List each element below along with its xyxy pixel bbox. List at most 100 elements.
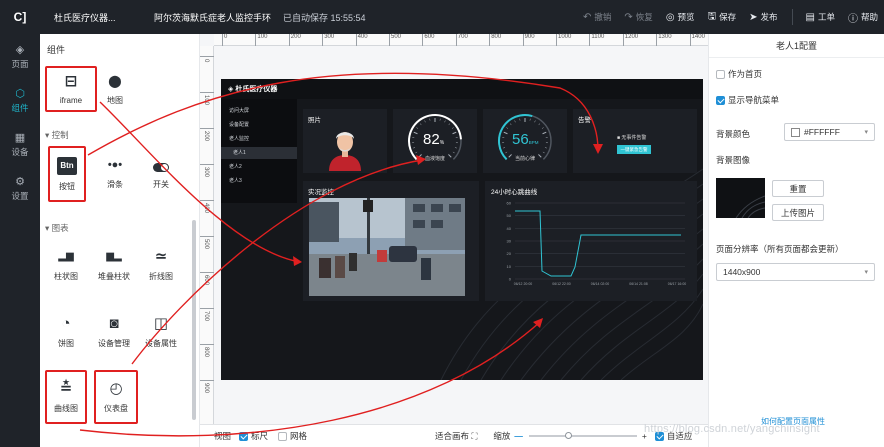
ruler-tick <box>656 34 658 46</box>
photo-card: 照片 <box>303 109 387 173</box>
redo-button[interactable]: ↷ 恢复 <box>624 11 652 23</box>
page-title: 阿尔茨海默氏症老人监控手环 <box>154 12 272 23</box>
dashboard-menu-item[interactable]: 老人2 <box>221 161 297 173</box>
device-management-component[interactable]: ◙ 设备管理 <box>88 309 140 355</box>
alert-status: ■ 无事件告警 <box>617 135 647 141</box>
undo-button[interactable]: ↶ 撤销 <box>583 11 611 23</box>
emergency-alert-button[interactable]: 一键紧急告警 <box>617 145 651 154</box>
ruler-label: 500 <box>391 34 402 40</box>
gauge-tick <box>444 120 446 123</box>
component-scrollbar[interactable] <box>192 220 196 420</box>
zoom-out-button[interactable]: — <box>514 431 523 441</box>
ruler-vertical: 0 100 200 300 400 500 600 700 800 900 <box>200 46 214 424</box>
gauge-tick <box>538 123 541 126</box>
device-attribute-icon: ◫ <box>153 314 169 332</box>
bar-chart-component[interactable]: ▂▆ 柱状图 <box>40 242 92 288</box>
ruler-tick <box>200 128 214 129</box>
ruler-tick <box>200 344 214 345</box>
gauge-tick <box>451 127 454 129</box>
fit-icon: ⛶ <box>471 431 478 441</box>
gauge-icon: ◴ <box>109 379 123 397</box>
dashboard-menu-item[interactable]: 老人监控 <box>221 133 297 145</box>
ruler-tick <box>200 56 214 57</box>
gauge-tick <box>534 120 536 123</box>
oxygen-gauge-card: 82% 血液饱度 <box>393 109 477 173</box>
switch-component[interactable]: 开关 <box>135 150 187 196</box>
preview-button[interactable]: ◎ 预览 <box>666 11 695 23</box>
section-control-label: 控制 <box>51 130 69 140</box>
ruler-label: 100 <box>203 95 209 106</box>
dashboard-canvas[interactable]: ◈ 杜氏医疗仪器 访问大屏 设备配置 老人监控 老人1 老人2 老人3 照片 82% 血液… <box>221 79 703 380</box>
resolution-label: 页面分辨率（所有页面都会更新） <box>716 244 844 254</box>
nav-item-label: 设置 <box>11 190 29 201</box>
gauge-tick <box>503 147 506 149</box>
grid-checkbox[interactable] <box>278 432 288 442</box>
dashboard-menu-item[interactable]: 访问大屏 <box>221 105 297 117</box>
publish-button[interactable]: ➤ 发布 <box>749 11 777 23</box>
device-attribute-component[interactable]: ◫ 设备属性 <box>135 309 187 355</box>
photo-title: 照片 <box>308 117 321 124</box>
section-control[interactable]: ▾ 控制 <box>45 129 69 141</box>
bg-image-preview <box>735 195 765 218</box>
chevron-down-icon: ▾ <box>864 269 868 276</box>
show-nav-checkbox[interactable] <box>716 95 725 105</box>
ruler-tick <box>556 34 557 46</box>
help-button[interactable]: ⓘ 帮助 <box>848 10 878 25</box>
zoom-slider-handle[interactable] <box>564 432 572 439</box>
chart-ytick-label: 20 <box>507 251 512 256</box>
ruler-tick <box>200 380 214 381</box>
stacked-bar-component[interactable]: ▆▂ 堆叠柱状 <box>88 242 140 288</box>
toolbar-separator <box>791 9 793 25</box>
canvas-area: 0 100 200 300 400 500 600 700 800 900 1000 1100 1200… <box>200 34 708 447</box>
ruler-toggle[interactable]: 标尺 <box>239 430 268 442</box>
workorder-icon: ▤ <box>805 11 815 23</box>
pie-chart-component[interactable]: ◔ 饼图 <box>40 309 92 355</box>
zoom-slider[interactable] <box>528 432 637 439</box>
ruler-checkbox[interactable] <box>239 432 249 442</box>
map-component[interactable]: ⬤ 地图 <box>89 66 141 112</box>
upload-image-button[interactable]: 上传图片 <box>772 204 824 221</box>
dashboard-menu-item[interactable]: 老人1 <box>221 147 297 159</box>
cube-icon: ⬡ <box>15 87 25 100</box>
properties-title: 老人1配置 <box>709 34 884 58</box>
dashboard-menu-item[interactable]: 设备配置 <box>221 119 297 131</box>
homepage-toggle[interactable]: 作为首页 <box>716 68 762 80</box>
nav-item-1[interactable]: ⬡ 组件 <box>0 78 40 122</box>
gauge-tick <box>542 131 547 135</box>
ruler-label: 100 <box>257 34 268 40</box>
nav-item-3[interactable]: ⚙ 设置 <box>0 166 40 210</box>
zoom-label: 缩放 <box>493 431 511 441</box>
resolution-select[interactable]: 1440x900 ▾ <box>716 263 875 281</box>
grid-toggle[interactable]: 网格 <box>278 430 307 442</box>
curve-chart-component[interactable]: ≛ 曲线图 <box>45 370 87 424</box>
heart-rate-label: 当前心律 <box>514 156 535 162</box>
nav-item-2[interactable]: ▦ 设备 <box>0 122 40 166</box>
device-management-label: 设备管理 <box>98 338 130 348</box>
ruler-label: 800 <box>203 347 209 358</box>
alert-card: 告警 ■ 无事件告警 一键紧急告警 <box>573 109 697 173</box>
ruler-label: 700 <box>457 34 468 40</box>
ruler-tick <box>355 34 357 46</box>
gauge-component[interactable]: ◴ 仪表盘 <box>94 370 138 424</box>
section-chart[interactable]: ▾ 图表 <box>45 222 69 234</box>
dashboard-menu-item[interactable]: 老人3 <box>221 175 297 187</box>
workorder-button[interactable]: ▤ 工单 <box>806 11 835 23</box>
redo-icon: ↷ <box>624 11 633 23</box>
chart-xtick-label: 06/14 02:00 <box>591 282 610 286</box>
show-nav-toggle[interactable]: 显示导航菜单 <box>716 94 779 106</box>
button-label: 按钮 <box>59 181 75 191</box>
fit-canvas-button[interactable]: 适合画布 ⛶ <box>435 430 477 442</box>
homepage-checkbox[interactable] <box>716 69 725 79</box>
nav-item-0[interactable]: ◈ 页面 <box>0 34 40 78</box>
live-camera-feed <box>309 198 465 296</box>
button-component[interactable]: Btn 按钮 <box>48 146 86 202</box>
reset-button[interactable]: 重置 <box>772 180 824 197</box>
bg-color-picker[interactable]: #FFFFFF ▾ <box>784 123 875 141</box>
dashboard-nav-menu: 访问大屏设备配置老人监控老人1 老人2 老人3 <box>221 99 297 203</box>
line-chart-component[interactable]: ≃ 折线图 <box>135 242 187 288</box>
slider-component[interactable]: •●• 滑条 <box>89 150 141 196</box>
stacked-bar-label: 堆叠柱状 <box>98 271 130 281</box>
project-name[interactable]: 杜氏医疗仪器... <box>40 11 150 24</box>
save-button[interactable]: 🖫 保存 <box>708 9 737 26</box>
app-logo[interactable]: C] <box>0 0 40 34</box>
